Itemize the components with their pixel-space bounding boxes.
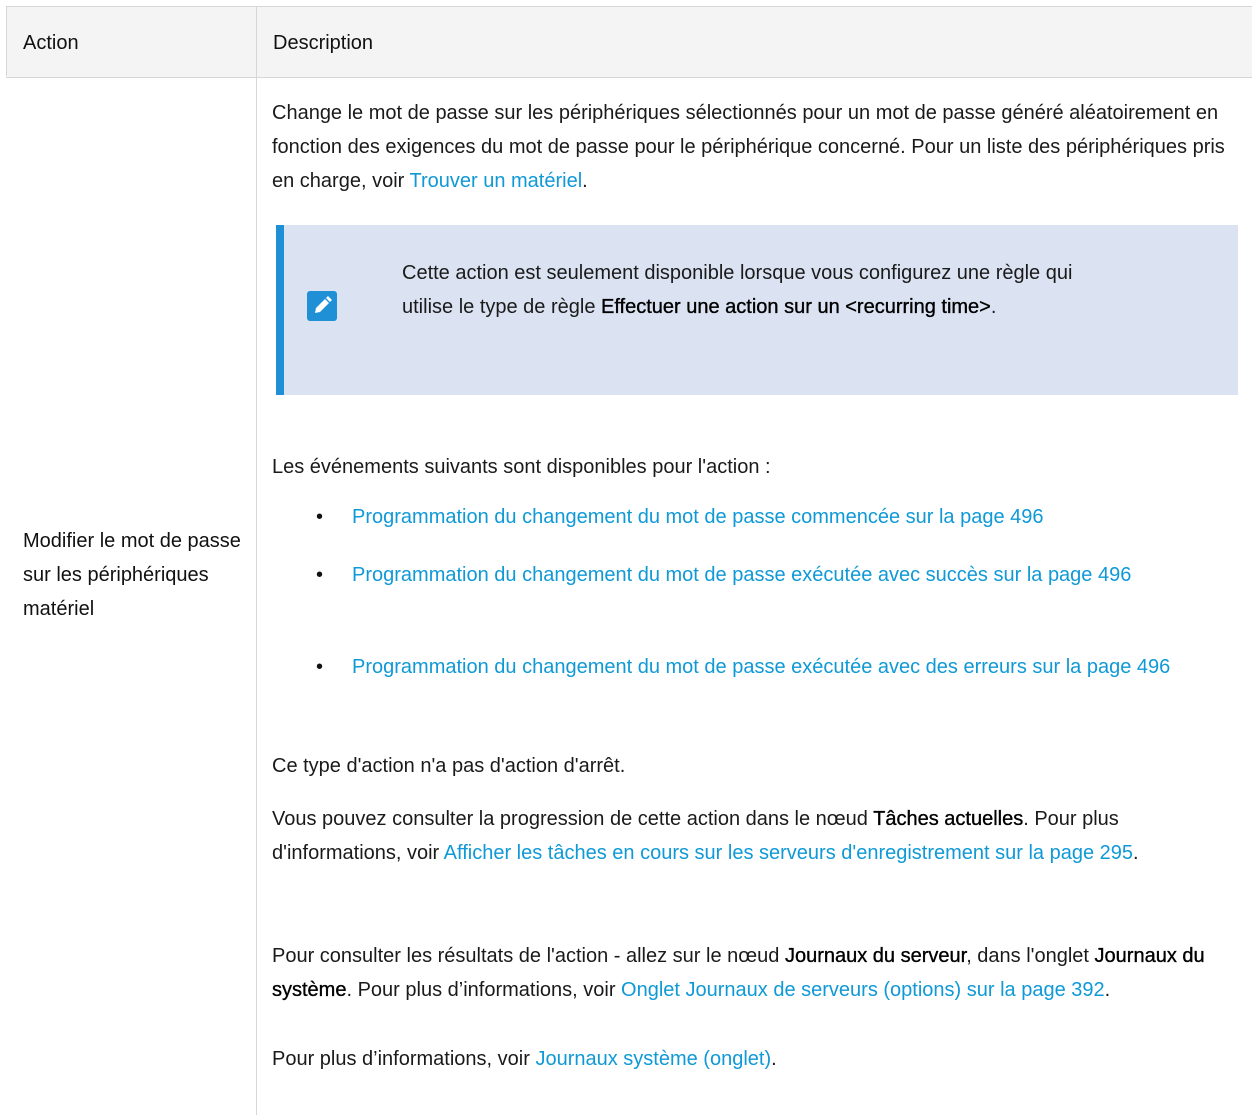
note-text: Cette action est seulement disponible lo… — [402, 256, 1102, 324]
link-trouver-materiel[interactable]: Trouver un matériel — [410, 170, 583, 192]
results-text-3: . Pour plus d’informations, voir — [346, 979, 622, 1001]
note-box: Cette action est seulement disponible lo… — [276, 225, 1238, 395]
event-link-1[interactable]: Programmation du changement du mot de pa… — [352, 500, 1232, 534]
link-journaux-systeme[interactable]: Journaux système (onglet) — [535, 1048, 771, 1070]
intro-end: . — [582, 170, 588, 192]
event-link-3[interactable]: Programmation du changement du mot de pa… — [352, 650, 1232, 684]
results-end: . — [1104, 979, 1111, 1001]
progress-bold: Tâches actuelles — [873, 808, 1024, 830]
event-link-2[interactable]: Programmation du changement du mot de pa… — [352, 558, 1232, 592]
column-divider — [256, 6, 257, 1115]
header-action: Action — [23, 32, 79, 54]
note-text-bold: Effectuer une action sur un <recurring t… — [601, 296, 991, 318]
more-info-paragraph: Pour plus d’informations, voir Journaux … — [272, 1042, 1237, 1076]
bullet: • — [316, 656, 324, 678]
events-intro: Les événements suivants sont disponibles… — [272, 456, 771, 478]
more-text: Pour plus d’informations, voir — [272, 1048, 536, 1070]
note-text-end: . — [990, 296, 997, 318]
results-paragraph: Pour consulter les résultats de l'action… — [272, 939, 1237, 1007]
actions-table: Action Description Modifier le mot de pa… — [0, 0, 1252, 1115]
stop-paragraph: Ce type d'action n'a pas d'action d'arrê… — [272, 755, 626, 777]
results-text-2: , dans l'onglet — [966, 945, 1095, 967]
table-header: Action Description — [6, 6, 1252, 78]
link-afficher-taches[interactable]: Afficher les tâches en cours sur les ser… — [444, 842, 1133, 864]
more-end: . — [771, 1048, 777, 1070]
table-border-left — [6, 6, 7, 76]
progress-text-1: Vous pouvez consulter la progression de … — [272, 808, 874, 830]
progress-paragraph: Vous pouvez consulter la progression de … — [272, 802, 1237, 870]
link-onglet-journaux[interactable]: Onglet Journaux de serveurs (options) su… — [621, 979, 1105, 1001]
progress-end: . — [1133, 842, 1139, 864]
intro-paragraph: Change le mot de passe sur les périphéri… — [272, 96, 1237, 198]
results-bold-1: Journaux du serveur — [784, 945, 967, 967]
action-name: Modifier le mot de passe sur les périphé… — [23, 530, 241, 620]
header-description: Description — [273, 32, 374, 54]
pencil-icon — [307, 291, 337, 321]
bullet: • — [316, 564, 324, 586]
bullet: • — [316, 506, 324, 528]
results-text-1: Pour consulter les résultats de l'action… — [272, 945, 785, 967]
